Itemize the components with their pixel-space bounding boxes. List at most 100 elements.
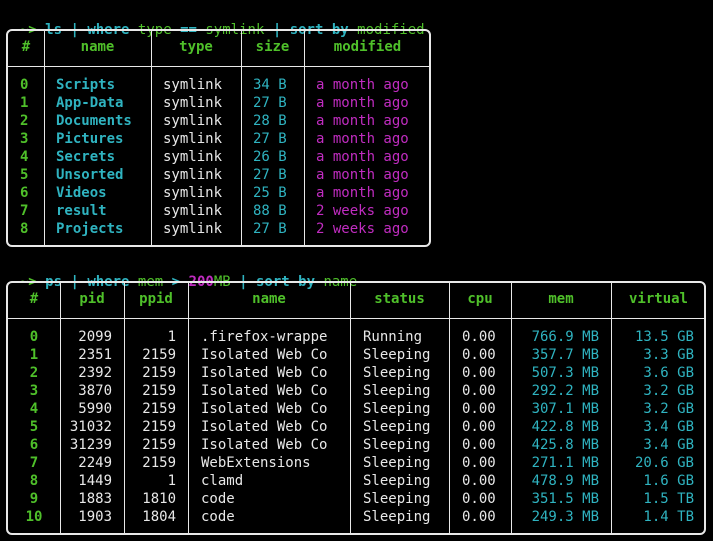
table-cell: a month ago — [316, 113, 409, 129]
table-cell: 1903 — [78, 509, 112, 525]
table-cell: Isolated Web Co — [201, 383, 328, 399]
table-cell: Isolated Web Co — [201, 365, 328, 381]
row-index: 5 — [29, 419, 39, 435]
table-cell: Sleeping — [363, 383, 431, 399]
row-index: 10 — [25, 509, 43, 525]
row-index: 2 — [29, 365, 39, 381]
table-cell: symlink — [163, 221, 223, 237]
table-cell: 31032 — [69, 419, 112, 435]
table-cell: 2392 — [78, 365, 112, 381]
table-cell: 766.9 MB — [531, 329, 599, 345]
table-cell: 0.00 — [462, 491, 496, 507]
table-cell: 26 B — [253, 149, 287, 165]
table-cell: 422.8 MB — [531, 419, 599, 435]
table-cell: 2 weeks ago — [316, 221, 409, 237]
table-cell: 1.5 TB — [643, 491, 694, 507]
table-cell: result — [56, 203, 107, 219]
column-header: modified — [333, 39, 402, 55]
table-cell: 34 B — [253, 77, 287, 93]
table-cell: Isolated Web Co — [201, 437, 328, 453]
column-header: type — [179, 39, 213, 55]
table-cell: 28 B — [253, 113, 287, 129]
table-cell: 3.2 GB — [643, 401, 694, 417]
column-header: cpu — [467, 291, 493, 307]
table-cell: 0.00 — [462, 437, 496, 453]
table-cell: symlink — [163, 77, 223, 93]
table-cell: 425.8 MB — [531, 437, 599, 453]
row-index: 9 — [29, 491, 39, 507]
table-cell: Documents — [56, 113, 132, 129]
table-cell: a month ago — [316, 131, 409, 147]
command-line-ls: ~> ls | where type == symlink | sort-by … — [3, 3, 425, 38]
table-cell: symlink — [163, 167, 223, 183]
table-cell: Sleeping — [363, 491, 431, 507]
table-cell: 3870 — [78, 383, 112, 399]
row-index: 8 — [29, 473, 39, 489]
row-index: 6 — [29, 437, 39, 453]
table-cell: 307.1 MB — [531, 401, 599, 417]
table-cell: 0.00 — [462, 347, 496, 363]
row-index: 1 — [29, 347, 39, 363]
table-cell: code — [201, 491, 235, 507]
table-cell: 1804 — [142, 509, 176, 525]
table-cell: 88 B — [253, 203, 287, 219]
row-index: 7 — [20, 203, 29, 219]
table-cell: Sleeping — [363, 347, 431, 363]
row-index: 3 — [20, 131, 29, 147]
column-header: name — [252, 291, 286, 307]
table-cell: Videos — [56, 185, 107, 201]
table-cell: 3.6 GB — [643, 365, 694, 381]
table-cell: symlink — [163, 113, 223, 129]
table-cell: code — [201, 509, 235, 525]
row-index: 0 — [20, 77, 29, 93]
table-cell: 0.00 — [462, 365, 496, 381]
table-cell: 2159 — [142, 347, 176, 363]
table-cell: 357.7 MB — [531, 347, 599, 363]
table-cell: Isolated Web Co — [201, 347, 328, 363]
table-cell: 271.1 MB — [531, 455, 599, 471]
table-cell: symlink — [163, 95, 223, 111]
table-cell: 25 B — [253, 185, 287, 201]
table-cell: 2159 — [142, 383, 176, 399]
table-cell: symlink — [163, 149, 223, 165]
table-cell: 27 B — [253, 131, 287, 147]
column-header: # — [21, 39, 31, 55]
table-cell: 0.00 — [462, 473, 496, 489]
table-cell: 0.00 — [462, 455, 496, 471]
table-cell: Isolated Web Co — [201, 401, 328, 417]
column-header: pid — [79, 291, 105, 307]
row-index: 1 — [20, 95, 29, 111]
table-cell: Secrets — [56, 149, 116, 165]
table-cell: 27 B — [253, 221, 287, 237]
table-cell: Sleeping — [363, 401, 431, 417]
table-cell: 13.5 GB — [634, 329, 694, 345]
row-index: 4 — [20, 149, 29, 165]
table-cell: Sleeping — [363, 419, 431, 435]
table-cell: 2159 — [142, 455, 176, 471]
table-cell: symlink — [163, 131, 223, 147]
table-cell: 1883 — [78, 491, 112, 507]
table-cell: 0.00 — [462, 383, 496, 399]
table-cell: 27 B — [253, 95, 287, 111]
table-cell: 0.00 — [462, 401, 496, 417]
table-cell: 2249 — [78, 455, 112, 471]
table-cell: Projects — [56, 221, 124, 237]
table-cell: Sleeping — [363, 437, 431, 453]
table-cell: a month ago — [316, 167, 409, 183]
table-cell: 507.3 MB — [531, 365, 599, 381]
table-cell: 2159 — [142, 419, 176, 435]
table-cell: 0.00 — [462, 419, 496, 435]
row-index: 0 — [29, 329, 39, 345]
table-cell: Isolated Web Co — [201, 419, 328, 435]
table-cell: a month ago — [316, 77, 409, 93]
column-header: size — [255, 39, 290, 55]
row-index: 7 — [29, 455, 39, 471]
table-cell: 2 weeks ago — [316, 203, 409, 219]
table-cell: 1810 — [142, 491, 176, 507]
table-cell: 5990 — [78, 401, 112, 417]
table-cell: 3.2 GB — [643, 383, 694, 399]
table-cell: 351.5 MB — [531, 491, 599, 507]
table-cell: Sleeping — [363, 509, 431, 525]
column-header: virtual — [628, 291, 688, 307]
table-cell: App-Data — [56, 95, 124, 111]
